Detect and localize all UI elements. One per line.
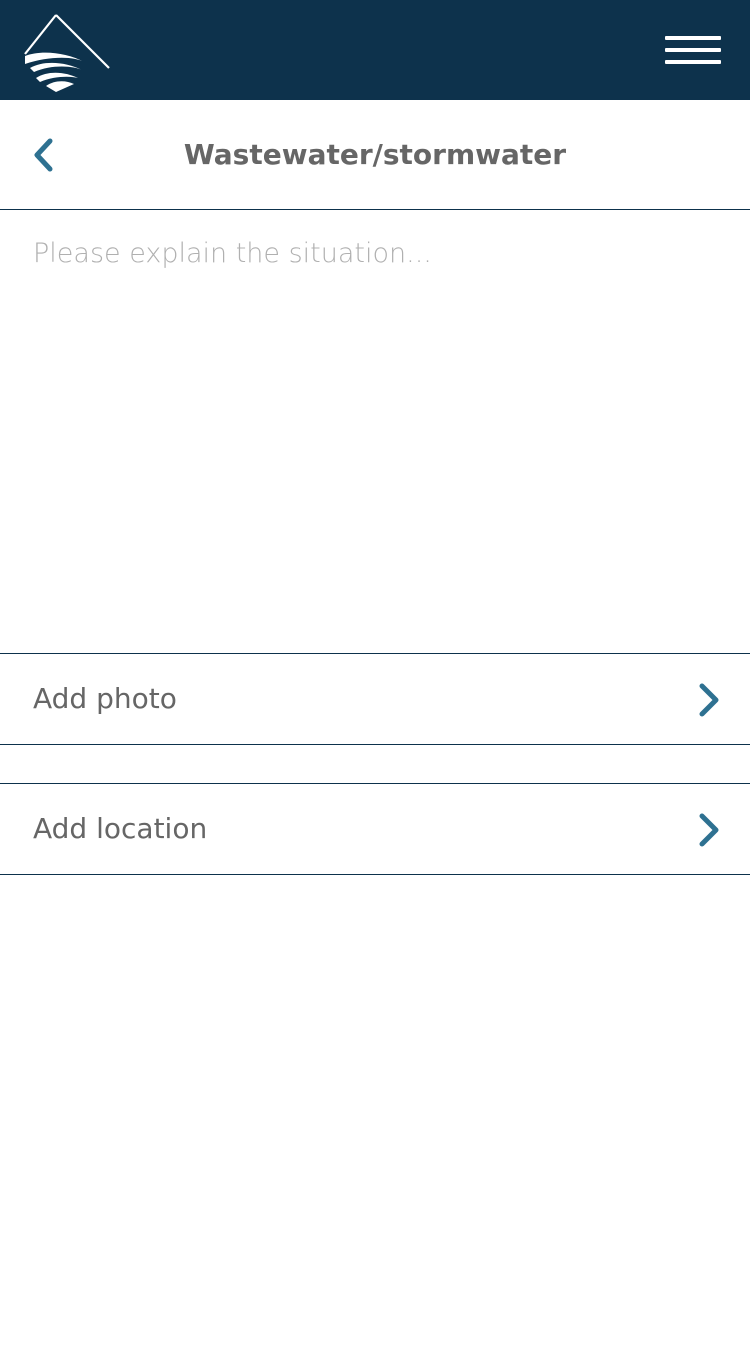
add-photo-label: Add photo [33,682,177,715]
top-navigation-bar [0,0,750,100]
page-header: Wastewater/stormwater [0,100,750,210]
hamburger-menu-icon-bar [665,36,721,40]
add-location-label: Add location [33,812,208,845]
app-screen: Wastewater/stormwater Add photo Add loca… [0,0,750,1368]
hamburger-menu-icon-bar [665,48,721,52]
situation-description-input[interactable] [0,211,750,653]
menu-button[interactable] [660,30,726,72]
add-location-button[interactable]: Add location [0,783,750,875]
add-photo-button[interactable]: Add photo [0,653,750,745]
mountain-water-logo-icon[interactable] [22,12,112,94]
page-title: Wastewater/stormwater [183,138,567,171]
hamburger-menu-icon-bar [665,60,721,64]
chevron-right-icon [699,683,719,717]
chevron-right-icon [699,813,719,847]
